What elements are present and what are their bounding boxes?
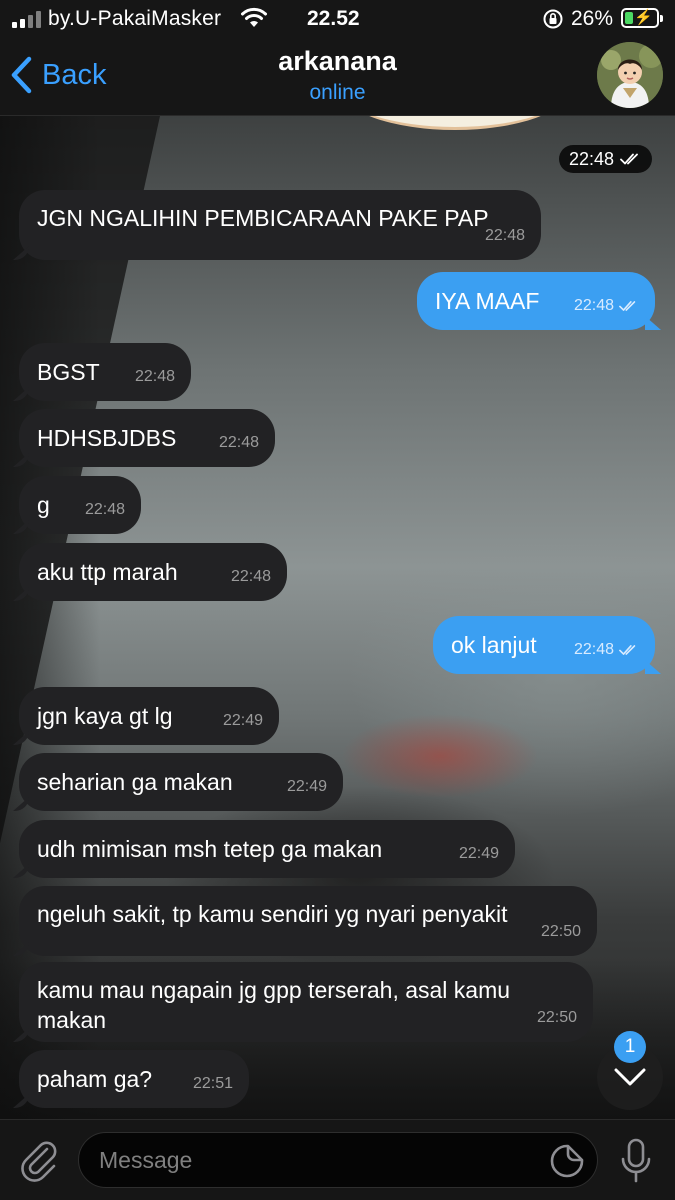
- message-text: g: [37, 492, 50, 518]
- message-bubble-incoming[interactable]: HDHSBJDBS 22:48: [19, 409, 275, 467]
- unread-badge: 1: [614, 1031, 646, 1063]
- message-time: 22:49: [286, 778, 327, 795]
- message-time-wrap: 22:49: [459, 839, 499, 869]
- message-bubble-incoming[interactable]: paham ga? 22:51: [19, 1050, 249, 1108]
- message-text: kamu mau ngapain jg gpp terserah, asal k…: [37, 977, 511, 1033]
- message-text: ok lanjut: [451, 632, 537, 658]
- message-time: 22:50: [536, 1009, 577, 1026]
- message-bubble-incoming[interactable]: seharian ga makan 22:49: [19, 753, 343, 811]
- message-bubble-incoming[interactable]: BGST 22:48: [19, 343, 191, 401]
- message-time-wrap: 22:48: [135, 362, 175, 392]
- paperclip-icon: [21, 1141, 57, 1182]
- message-text: jgn kaya gt lg: [37, 703, 173, 729]
- carrier-name: by.U-PakaiMasker: [48, 7, 222, 30]
- chevron-down-icon: [614, 1068, 646, 1086]
- message-time: 22:48: [84, 501, 125, 518]
- battery-fill: [625, 12, 633, 24]
- message-bubble-incoming[interactable]: JGN NGALIHIN PEMBICARAAN PAKE PAP 22:48: [19, 190, 541, 260]
- message-time: 22:48: [484, 227, 525, 244]
- message-bubble-incoming[interactable]: jgn kaya gt lg 22:49: [19, 687, 279, 745]
- message-time-wrap: 22:50: [541, 917, 581, 947]
- voice-record-button[interactable]: [614, 1136, 658, 1186]
- double-check-icon: [619, 645, 636, 655]
- attach-button[interactable]: [18, 1138, 62, 1182]
- message-text: IYA MAAF: [435, 288, 540, 314]
- message-bubble-incoming[interactable]: ngeluh sakit, tp kamu sendiri yg nyari p…: [19, 886, 597, 956]
- message-time: 22:49: [222, 712, 263, 729]
- message-time-wrap: 22:48: [574, 291, 639, 321]
- message-time-wrap: 22:49: [287, 772, 327, 802]
- sticker-button[interactable]: [549, 1143, 585, 1179]
- battery-percent: 26%: [571, 7, 614, 30]
- sticker-time: 22:48: [569, 148, 615, 169]
- message-text: seharian ga makan: [37, 769, 233, 795]
- message-bubble-incoming[interactable]: aku ttp marah 22:48: [19, 543, 287, 601]
- message-time-wrap: 22:48: [485, 221, 525, 251]
- double-check-icon: [620, 153, 638, 165]
- double-check-icon: [619, 301, 636, 311]
- sticker-time-pill: 22:48: [559, 145, 653, 173]
- message-bubble-incoming[interactable]: kamu mau ngapain jg gpp terserah, asal k…: [19, 962, 593, 1042]
- message-time-wrap: 22:48: [231, 562, 271, 592]
- message-text: JGN NGALIHIN PEMBICARAAN PAKE PAP: [37, 205, 489, 231]
- message-text: paham ga?: [37, 1066, 153, 1092]
- message-time: 22:48: [218, 434, 259, 451]
- online-status: online: [309, 81, 366, 104]
- message-time-wrap: 22:51: [193, 1069, 233, 1099]
- message-bubble-incoming[interactable]: udh mimisan msh tetep ga makan 22:49: [19, 820, 515, 878]
- message-time-wrap: 22:48: [574, 635, 639, 665]
- avatar[interactable]: [597, 42, 663, 108]
- rotation-lock-icon: [542, 8, 564, 35]
- message-time-wrap: 22:48: [85, 495, 125, 525]
- message-time: 22:51: [192, 1075, 233, 1092]
- message-time: 22:48: [230, 568, 271, 585]
- message-text: ngeluh sakit, tp kamu sendiri yg nyari p…: [37, 901, 508, 927]
- message-bubble-incoming[interactable]: g 22:48: [19, 476, 141, 534]
- message-text: BGST: [37, 359, 100, 385]
- message-time-wrap: 22:49: [223, 706, 263, 736]
- message-time: 22:49: [458, 845, 499, 862]
- message-text: aku ttp marah: [37, 559, 178, 585]
- wifi-icon: [240, 7, 268, 34]
- message-text: HDHSBJDBS: [37, 425, 177, 451]
- message-text: udh mimisan msh tetep ga makan: [37, 836, 383, 862]
- clock: 22.52: [307, 7, 360, 30]
- message-time: 22:48: [573, 641, 614, 658]
- message-time: 22:48: [573, 297, 614, 314]
- signal-icon: [12, 10, 41, 28]
- microphone-icon: [621, 1138, 651, 1183]
- chat-title[interactable]: arkanana: [0, 46, 675, 77]
- battery-charging-icon: ⚡: [621, 8, 663, 28]
- message-time-wrap: 22:50: [537, 1003, 577, 1033]
- message-input[interactable]: [99, 1133, 539, 1187]
- message-bubble-outgoing[interactable]: IYA MAAF 22:48: [417, 272, 655, 330]
- composer-bar: [0, 1119, 675, 1200]
- message-time: 22:48: [134, 368, 175, 385]
- chat-header: Back arkanana online: [0, 38, 675, 116]
- status-bar: by.U-PakaiMasker 22.52 26% ⚡: [0, 0, 675, 38]
- sticker-icon: [550, 1144, 584, 1178]
- charging-bolt-icon: ⚡: [634, 9, 653, 26]
- message-time-wrap: 22:48: [219, 428, 259, 458]
- message-time: 22:50: [540, 923, 581, 940]
- message-bubble-outgoing[interactable]: ok lanjut 22:48: [433, 616, 655, 674]
- message-field[interactable]: [78, 1132, 598, 1188]
